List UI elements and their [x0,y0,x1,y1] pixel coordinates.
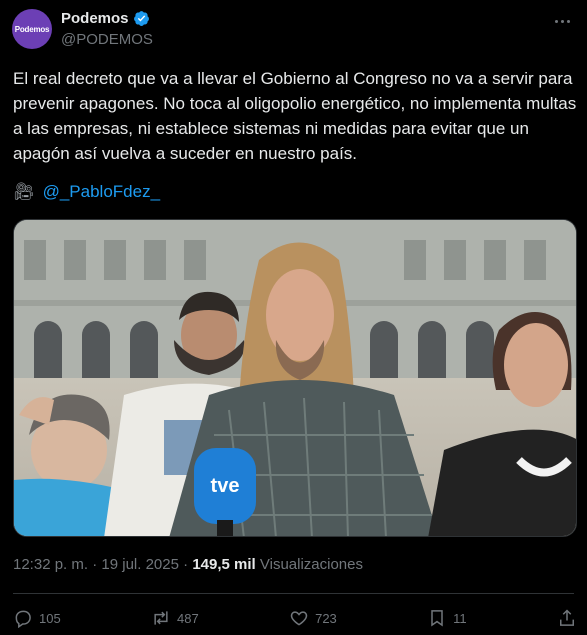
verified-badge-icon [133,11,149,26]
reply-button[interactable]: 105 [13,608,61,628]
author-name-row: Podemos [61,10,150,27]
like-button[interactable]: 723 [289,608,337,628]
heart-icon [290,611,308,626]
bookmark-count: 11 [453,610,467,626]
tweet-time[interactable]: 12:32 p. m. [13,556,88,573]
avatar-text: Podemos [14,24,50,34]
like-count: 723 [315,610,337,626]
share-button[interactable] [557,608,577,628]
views-count: 149,5 mil [192,556,256,573]
author-handle[interactable]: @PODEMOS [61,31,153,48]
repost-count: 487 [177,610,199,626]
meta-separator-2: · [178,556,193,573]
tweet-meta: 12:32 p. m. · 19 jul. 2025 · 149,5 mil V… [13,556,363,573]
repost-button[interactable]: 487 [151,608,199,628]
video-media[interactable]: tve [13,219,577,537]
meta-separator: · [88,556,102,573]
action-bar: 105 487 723 11 [13,606,577,630]
author-name[interactable]: Podemos [61,10,129,27]
movie-camera-icon: 🎥︎ [13,182,35,201]
avatar[interactable]: Podemos [12,9,52,49]
tweet-date[interactable]: 19 jul. 2025 [101,556,179,573]
reply-count: 105 [39,610,61,626]
bookmark-icon [431,610,443,627]
views-label: Visualizaciones [259,556,363,573]
mention-link[interactable]: @_PabloFdez_ [43,182,160,202]
divider [13,593,574,594]
bookmark-button[interactable]: 11 [427,608,467,628]
video-credit: 🎥︎ @_PabloFdez_ [13,182,160,202]
reply-icon [15,610,31,628]
repost-icon [154,611,168,625]
more-options-icon[interactable] [551,10,573,32]
tweet-text: El real decreto que va a llevar el Gobie… [13,69,581,163]
share-icon [559,609,574,626]
video-frame: tve [14,220,576,536]
microphone-label: tve [211,475,240,497]
